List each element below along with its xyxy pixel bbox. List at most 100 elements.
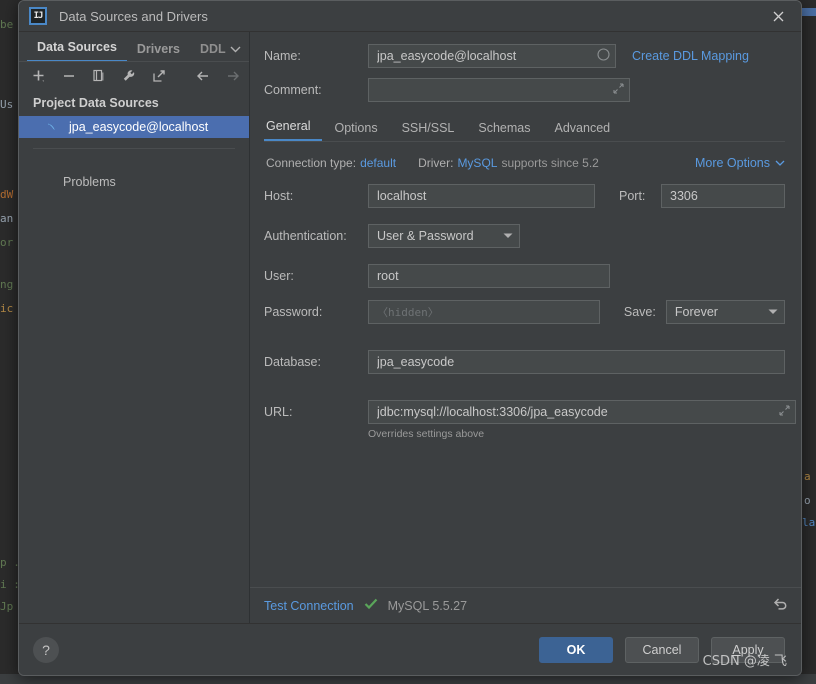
data-sources-dialog: IJ Data Sources and Drivers Data Sources… xyxy=(18,0,802,676)
expand-icon[interactable] xyxy=(779,405,790,419)
password-input[interactable] xyxy=(368,300,600,324)
driver-support-text: supports since 5.2 xyxy=(501,156,599,170)
dialog-titlebar: IJ Data Sources and Drivers xyxy=(19,1,801,31)
dialog-footer: ? OK Cancel Apply CSDN @凌 飞 xyxy=(19,623,801,675)
comment-label: Comment: xyxy=(264,83,322,97)
editor-right-strip: a o la xyxy=(802,0,816,684)
user-input[interactable] xyxy=(368,264,610,288)
url-input[interactable] xyxy=(368,400,796,424)
code-fragment: p . xyxy=(0,556,20,569)
details-scroll: Name: Create DDL Mapping Comment: xyxy=(250,32,801,587)
test-status-text: MySQL 5.5.27 xyxy=(387,598,468,613)
save-select[interactable]: Forever xyxy=(665,300,785,324)
sidebar-tabbar: Data Sources Drivers DDL xyxy=(19,32,249,62)
database-row: Database: xyxy=(264,350,785,374)
url-hint: Overrides settings above xyxy=(368,428,485,440)
comment-row: Comment: xyxy=(264,78,785,102)
tab-ddl-mappings[interactable]: DDL xyxy=(190,42,228,62)
help-icon[interactable]: ? xyxy=(33,636,59,663)
name-label: Name: xyxy=(264,49,301,63)
connection-type-value[interactable]: default xyxy=(360,156,396,170)
authentication-row: Authentication: User & Password xyxy=(264,224,785,248)
tree-group-header: Project Data Sources xyxy=(33,96,159,110)
password-row: Password: Save: Forever xyxy=(264,300,785,324)
test-connection-bar: Test Connection MySQL 5.5.27 xyxy=(250,587,801,623)
driver-label: Driver: xyxy=(418,156,454,170)
sidebar-toolbar xyxy=(19,62,249,90)
list-item[interactable]: jpa_easycode@localhost xyxy=(19,116,249,138)
forward-arrow-icon xyxy=(225,68,241,84)
save-value: Forever xyxy=(674,305,718,319)
list-item-label: jpa_easycode@localhost xyxy=(69,120,209,134)
wrench-icon[interactable] xyxy=(121,68,137,84)
revert-icon[interactable] xyxy=(772,596,789,616)
expand-icon[interactable] xyxy=(613,83,624,97)
circle-icon[interactable] xyxy=(597,48,610,64)
code-fragment: ng xyxy=(0,278,14,291)
code-fragment: or xyxy=(0,236,14,249)
database-label: Database: xyxy=(264,355,321,369)
name-input[interactable] xyxy=(368,44,616,68)
test-connection-link[interactable]: Test Connection xyxy=(264,599,354,613)
host-port-row: Host: Port: xyxy=(264,184,785,208)
code-fragment: ic xyxy=(0,302,14,315)
tab-general[interactable]: General xyxy=(264,119,323,141)
connection-meta-line: Connection type: default Driver: MySQL s… xyxy=(266,156,785,170)
database-input[interactable] xyxy=(368,350,785,374)
code-fragment: a xyxy=(804,470,811,483)
code-fragment: i : xyxy=(0,578,20,591)
tabbar-underline xyxy=(19,61,249,62)
url-row: URL: xyxy=(264,400,796,424)
cancel-button[interactable]: Cancel xyxy=(625,636,699,663)
connection-type-label: Connection type: xyxy=(266,156,357,170)
comment-input[interactable] xyxy=(368,78,630,102)
apply-button[interactable]: Apply xyxy=(711,636,785,663)
tab-schemas[interactable]: Schemas xyxy=(466,121,542,141)
name-row: Name: Create DDL Mapping xyxy=(264,44,785,68)
problems-label: Problems xyxy=(63,175,116,189)
host-input[interactable] xyxy=(368,184,595,208)
user-label: User: xyxy=(264,269,294,283)
name-input-wrap xyxy=(368,44,616,68)
more-options-button[interactable]: More Options xyxy=(695,156,785,170)
apply-rest: pply xyxy=(740,642,764,657)
code-fragment: dW xyxy=(0,188,14,201)
dialog-title: Data Sources and Drivers xyxy=(59,8,208,24)
code-fragment: Us xyxy=(0,98,14,111)
code-fragment: Jp xyxy=(0,600,14,613)
copy-icon[interactable] xyxy=(91,68,107,84)
footer-button-group: OK Cancel Apply xyxy=(539,636,785,663)
tab-advanced[interactable]: Advanced xyxy=(543,121,623,141)
port-label: Port: xyxy=(619,189,646,203)
code-fragment: be xyxy=(0,18,14,31)
sidebar-pane: Data Sources Drivers DDL Project Data So… xyxy=(19,32,250,623)
tab-ssh-ssl[interactable]: SSH/SSL xyxy=(390,121,467,141)
details-tabbar: General Options SSH/SSL Schemas Advanced xyxy=(264,114,785,142)
tab-data-sources[interactable]: Data Sources xyxy=(27,40,127,62)
close-icon[interactable] xyxy=(755,1,801,31)
remove-icon[interactable] xyxy=(61,68,77,84)
authentication-select[interactable]: User & Password xyxy=(368,224,520,248)
host-label: Host: xyxy=(264,189,294,203)
create-ddl-mapping-link[interactable]: Create DDL Mapping xyxy=(632,49,749,63)
back-arrow-icon[interactable] xyxy=(195,68,211,84)
chevron-down-icon xyxy=(775,160,785,166)
tab-options[interactable]: Options xyxy=(322,121,389,141)
apply-mnemonic: A xyxy=(732,642,741,657)
url-label: URL: xyxy=(264,405,293,419)
chevron-down-icon xyxy=(493,231,513,241)
authentication-value: User & Password xyxy=(377,229,474,243)
mysql-dolphin-icon xyxy=(45,119,61,135)
details-pane: Name: Create DDL Mapping Comment: xyxy=(250,32,801,623)
tab-drivers[interactable]: Drivers xyxy=(127,42,190,62)
more-options-label: More Options xyxy=(694,156,770,170)
add-icon[interactable] xyxy=(31,68,47,84)
sidebar-item-problems[interactable]: Problems xyxy=(19,171,249,193)
port-input[interactable] xyxy=(661,184,785,208)
password-label: Password: xyxy=(264,305,323,319)
share-export-icon[interactable] xyxy=(151,68,167,84)
driver-value[interactable]: MySQL xyxy=(457,156,497,170)
tab-overflow-chevron-down-icon[interactable] xyxy=(228,44,247,62)
comment-input-wrap xyxy=(368,78,630,102)
ok-button[interactable]: OK xyxy=(539,636,613,663)
